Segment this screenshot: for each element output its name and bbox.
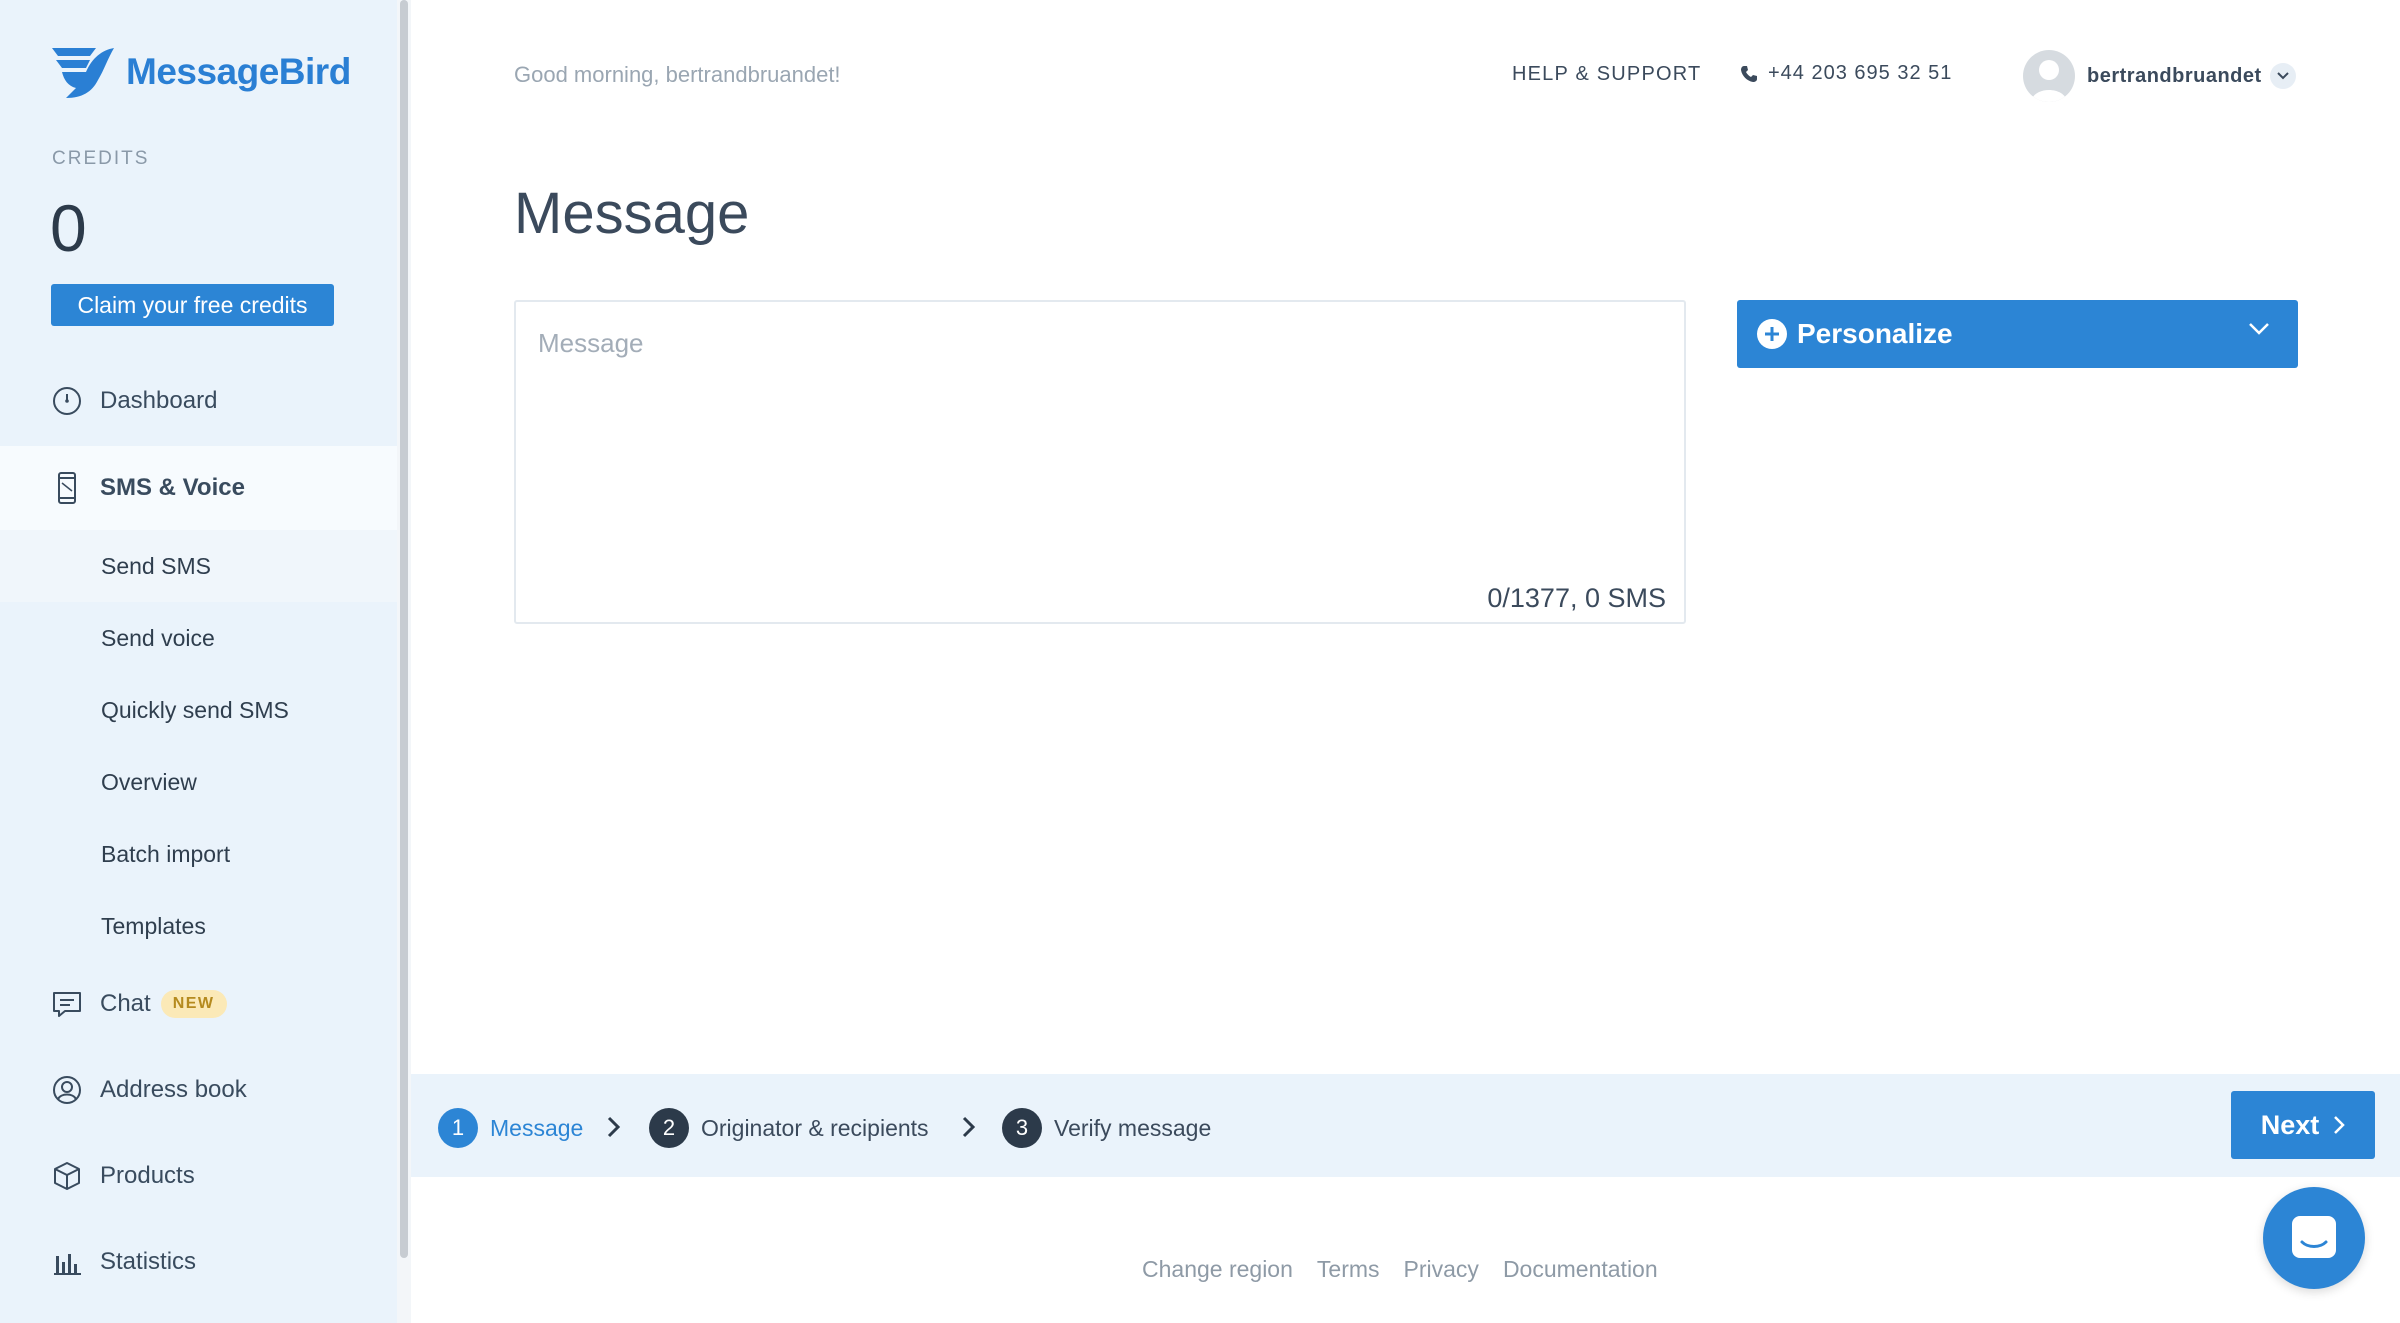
sidebar-scrollbar[interactable]	[397, 0, 411, 1323]
next-button[interactable]: Next	[2231, 1091, 2375, 1159]
step-message[interactable]: 1 Message	[438, 1108, 583, 1148]
personalize-label: Personalize	[1797, 318, 1953, 349]
chevron-right-icon	[962, 1116, 976, 1143]
box-icon	[50, 1159, 84, 1193]
sidebar-subitem-label: Overview	[101, 768, 197, 795]
sidebar-item-label: Products	[100, 1162, 195, 1189]
messagebird-logo[interactable]: MessageBird	[50, 44, 351, 100]
scrollbar-thumb[interactable]	[400, 0, 408, 1258]
message-textarea[interactable]: Message 0/1377, 0 SMS	[514, 300, 1686, 624]
brand-name: MessageBird	[126, 51, 351, 92]
phone-number: +44 203 695 32 51	[1768, 62, 1953, 84]
sidebar-item-statistics[interactable]: Statistics	[0, 1220, 397, 1304]
sidebar-subitem-label: Batch import	[101, 840, 231, 867]
sidebar-subitem-templates[interactable]: Templates	[0, 890, 397, 962]
chevron-down-icon[interactable]	[2269, 63, 2296, 89]
sidebar-item-address-book[interactable]: Address book	[0, 1048, 397, 1132]
sidebar: MessageBird CREDITS 0 Claim your free cr…	[0, 0, 397, 1323]
chat-icon	[50, 987, 84, 1021]
sidebar-subitem-label: Quickly send SMS	[101, 696, 289, 723]
sidebar-item-label: Chat	[100, 990, 151, 1017]
personalize-dropdown[interactable]: Personalize	[1737, 300, 2298, 368]
step-number: 1	[438, 1108, 478, 1148]
sidebar-item-label: Dashboard	[100, 387, 218, 414]
sidebar-subitem-label: Templates	[101, 912, 206, 939]
step-label: Originator & recipients	[701, 1114, 929, 1141]
sidebar-item-label: Statistics	[100, 1248, 197, 1275]
dashboard-icon	[50, 384, 84, 418]
greeting-text: Good morning, bertrandbruandet!	[514, 62, 841, 87]
chevron-down-icon	[2248, 322, 2270, 341]
credits-value: 0	[50, 191, 87, 265]
chevron-right-icon	[2333, 1115, 2346, 1135]
new-badge: NEW	[160, 990, 227, 1018]
help-support-link[interactable]: HELP & SUPPORT	[1512, 63, 1701, 86]
sidebar-item-chat[interactable]: Chat NEW	[0, 962, 397, 1046]
sidebar-subitem-send-voice[interactable]: Send voice	[0, 602, 397, 674]
footer-link-change-region[interactable]: Change region	[1142, 1256, 1293, 1283]
footer-link-documentation[interactable]: Documentation	[1503, 1256, 1658, 1283]
bird-logo-icon	[52, 48, 114, 98]
chat-launcher-button[interactable]	[2263, 1187, 2365, 1289]
bar-chart-icon	[50, 1245, 84, 1279]
phone-device-icon	[50, 471, 84, 505]
sidebar-item-dashboard[interactable]: Dashboard	[0, 359, 397, 443]
chat-bubble-icon	[2292, 1216, 2336, 1258]
step-verify-message[interactable]: 3 Verify message	[1002, 1108, 1211, 1148]
avatar	[2023, 50, 2075, 102]
sidebar-subitem-label: Send voice	[101, 624, 215, 651]
credits-label: CREDITS	[52, 148, 150, 169]
message-placeholder: Message	[538, 328, 644, 358]
step-originator-recipients[interactable]: 2 Originator & recipients	[649, 1108, 929, 1148]
step-number: 2	[649, 1108, 689, 1148]
character-counter: 0/1377, 0 SMS	[1487, 583, 1666, 613]
sidebar-item-products[interactable]: Products	[0, 1134, 397, 1218]
step-number: 3	[1002, 1108, 1042, 1148]
sidebar-subitem-label: Send SMS	[101, 552, 211, 579]
claim-credits-button[interactable]: Claim your free credits	[51, 284, 334, 326]
plus-circle-icon	[1757, 319, 1787, 349]
username: bertrandbruandet	[2087, 64, 2262, 87]
sidebar-item-sms-voice[interactable]: SMS & Voice	[0, 446, 397, 530]
footer-link-privacy[interactable]: Privacy	[1404, 1256, 1479, 1283]
wizard-steps-bar: 1 Message 2 Originator & recipients 3 Ve…	[411, 1074, 2400, 1177]
step-label: Message	[490, 1114, 584, 1141]
phone-icon	[1740, 65, 1758, 83]
address-book-icon	[50, 1073, 84, 1107]
user-menu[interactable]: bertrandbruandet	[2023, 50, 2296, 102]
sidebar-subitem-batch-import[interactable]: Batch import	[0, 818, 397, 890]
sidebar-subitem-overview[interactable]: Overview	[0, 746, 397, 818]
support-phone[interactable]: +44 203 695 32 51	[1740, 62, 1952, 85]
next-label: Next	[2260, 1109, 2320, 1140]
sidebar-subitem-send-sms[interactable]: Send SMS	[0, 530, 397, 602]
footer-links: Change region Terms Privacy Documentatio…	[1142, 1256, 1682, 1283]
sidebar-subitem-quickly-send-sms[interactable]: Quickly send SMS	[0, 674, 397, 746]
chevron-right-icon	[607, 1116, 621, 1143]
step-label: Verify message	[1054, 1114, 1212, 1141]
sidebar-item-label: SMS & Voice	[100, 474, 245, 501]
sidebar-item-label: Address book	[100, 1076, 247, 1103]
footer-link-terms[interactable]: Terms	[1317, 1256, 1380, 1283]
page-title: Message	[514, 181, 750, 246]
